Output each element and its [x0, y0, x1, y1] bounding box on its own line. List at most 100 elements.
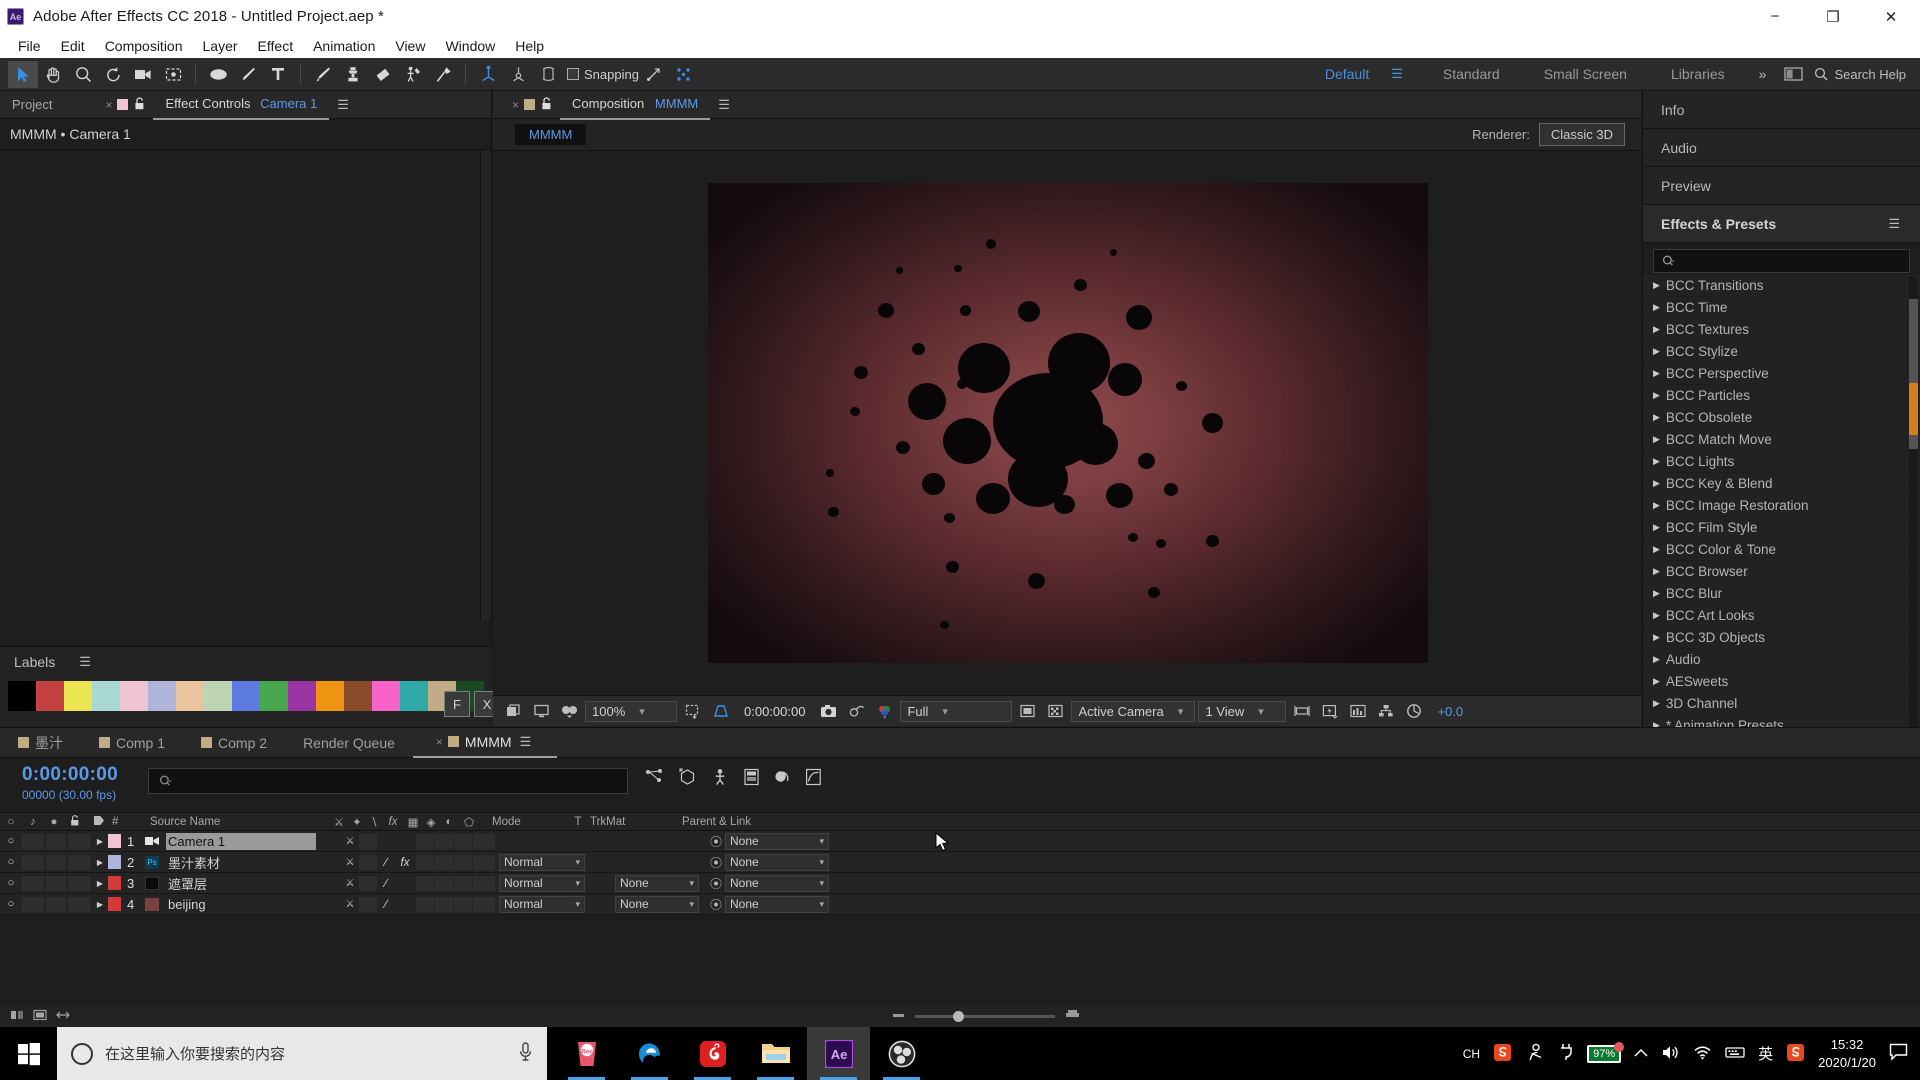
timeline-tab[interactable]: Comp 1 [81, 728, 183, 758]
left-panel-menu-icon[interactable]: ☰ [329, 97, 357, 113]
effects-preset-item[interactable]: ▶ BCC 3D Objects [1643, 627, 1920, 649]
minimize-button[interactable]: − [1746, 0, 1804, 33]
menu-edit[interactable]: Edit [51, 36, 95, 56]
snap-arrow-icon[interactable] [639, 61, 669, 88]
ime-indicator-ch[interactable]: CH [1463, 1047, 1480, 1061]
region-of-interest-icon[interactable] [680, 700, 705, 723]
layer-effects-switch[interactable]: fx [394, 855, 416, 869]
timeline-zoom-slider[interactable] [915, 1010, 1055, 1022]
monitor-preview-icon[interactable] [529, 700, 554, 723]
layer-parent-pickwhip-icon[interactable]: ⦿ [707, 854, 725, 871]
pan-behind-tool-icon[interactable] [158, 61, 188, 88]
position-3d-axis-icon[interactable] [473, 61, 503, 88]
layer-shy-switch[interactable]: ⚔ [341, 857, 359, 868]
layer-lock-toggle[interactable] [68, 833, 90, 849]
layer-adjustment-switch[interactable] [454, 854, 472, 870]
layer-name-cell[interactable]: Camera 1 [145, 831, 341, 852]
close-button[interactable]: ✕ [1862, 0, 1920, 33]
layer-collapse-switch[interactable] [359, 896, 377, 912]
microphone-icon[interactable] [518, 1041, 533, 1066]
battery-indicator[interactable]: 97% [1587, 1041, 1625, 1063]
effects-preset-item[interactable]: ▶ BCC Blur [1643, 583, 1920, 605]
obs-studio-icon[interactable] [870, 1027, 933, 1080]
comp-render-flags-icon[interactable] [33, 1009, 47, 1024]
timeline-layer-row[interactable]: ○ ▶ 1 Camera 1 ⚔ ⦿ None ▾ [0, 831, 1920, 852]
layer-shy-switch[interactable]: ⚔ [341, 899, 359, 910]
layer-solo-toggle[interactable] [46, 854, 66, 870]
expand-arrow-icon[interactable]: ▶ [1653, 566, 1660, 577]
effects-preset-item[interactable]: ▶ BCC Color & Tone [1643, 539, 1920, 561]
grid-guides-icon[interactable] [708, 700, 733, 723]
tab-project[interactable]: Project [0, 91, 64, 119]
after-effects-icon[interactable]: Ae [807, 1027, 870, 1080]
layer-lock-toggle[interactable] [68, 875, 90, 891]
netease-music-icon[interactable] [681, 1027, 744, 1080]
layer-3d-switch[interactable] [473, 833, 495, 849]
layer-name-cell[interactable]: Ps 墨汁素材 [145, 852, 341, 873]
expand-arrow-icon[interactable]: ▶ [1653, 346, 1660, 357]
layer-motion-blur-switch[interactable] [435, 833, 453, 849]
timeline-tab-close-icon[interactable]: × [431, 735, 448, 749]
layer-lock-toggle[interactable] [68, 896, 90, 912]
taskbar-clock[interactable]: 15:32 2020/1/20 [1818, 1036, 1876, 1071]
expand-arrow-icon[interactable]: ▶ [1653, 676, 1660, 687]
layer-3d-switch[interactable] [473, 854, 495, 870]
take-snapshot-icon[interactable] [816, 700, 841, 723]
layer-mode-select[interactable]: Normal ▾ [499, 895, 585, 913]
workspace-menu-icon[interactable]: ☰ [1391, 66, 1421, 82]
timeline-tab[interactable]: Render Queue [285, 728, 413, 758]
layer-mode-select[interactable]: Normal ▾ [499, 874, 585, 892]
exposure-value[interactable]: +0.0 [1429, 704, 1463, 719]
rotation-tool-icon[interactable] [98, 61, 128, 88]
effects-preset-item[interactable]: ▶ BCC Film Style [1643, 517, 1920, 539]
expand-arrow-icon[interactable]: ▶ [1653, 324, 1660, 335]
panel-info[interactable]: Info [1643, 91, 1920, 129]
effects-preset-item[interactable]: ▶ BCC Match Move [1643, 429, 1920, 451]
label-swatch-13[interactable] [372, 681, 400, 711]
timeline-tab[interactable]: × MMMM ☰ [412, 728, 558, 758]
layer-parent-select[interactable]: None ▾ [725, 853, 829, 871]
workspace-standard[interactable]: Standard [1421, 58, 1522, 91]
expand-arrow-icon[interactable]: ▶ [1653, 500, 1660, 511]
layer-frame-blend-switch[interactable] [416, 896, 434, 912]
timeline-tab[interactable]: Comp 2 [183, 728, 285, 758]
graph-editor-icon[interactable] [805, 768, 822, 789]
layer-mode-select[interactable]: Normal ▾ [499, 853, 585, 871]
label-swatch-2[interactable] [64, 681, 92, 711]
shape-tool-icon[interactable] [203, 61, 233, 88]
zoom-out-timeline-icon[interactable] [892, 1009, 905, 1024]
show-hidden-icons-chevron[interactable] [1634, 1046, 1648, 1061]
layer-solo-toggle[interactable] [46, 896, 66, 912]
zoom-in-timeline-icon[interactable] [1065, 1008, 1080, 1024]
rotate-3d-axis-icon[interactable] [533, 61, 563, 88]
layer-collapse-switch[interactable] [359, 875, 377, 891]
label-swatch-12[interactable] [344, 681, 372, 711]
layer-shy-switch[interactable]: ⚔ [341, 878, 359, 889]
timeline-layer-row[interactable]: ○ ▶ 4 beijing ⚔ ∕ Normal ▾ None ▾ ⦿ None ▾ [0, 894, 1920, 915]
people-icon[interactable] [1525, 1042, 1545, 1065]
label-swatch-10[interactable] [288, 681, 316, 711]
menu-layer[interactable]: Layer [193, 36, 248, 56]
layer-parent-pickwhip-icon[interactable]: ⦿ [707, 875, 725, 892]
layer-trkmat-select[interactable]: None ▾ [615, 874, 699, 892]
expand-arrow-icon[interactable]: ▶ [1653, 522, 1660, 533]
layer-expand-arrow[interactable]: ▶ [92, 900, 108, 909]
expand-arrow-icon[interactable]: ▶ [1653, 280, 1660, 291]
toggle-transparency-grid-icon[interactable] [1015, 700, 1040, 723]
layer-quality-switch[interactable]: ∕ [378, 876, 394, 890]
camera-view-select[interactable]: Active Camera ▾ [1071, 700, 1196, 722]
layer-solo-toggle[interactable] [46, 833, 66, 849]
label-f-button[interactable]: F [444, 691, 470, 717]
fast-previews-icon[interactable] [1317, 700, 1342, 723]
left-panel-close-icon[interactable]: × [100, 98, 117, 112]
menu-window[interactable]: Window [435, 36, 505, 56]
panel-preview[interactable]: Preview [1643, 167, 1920, 205]
composition-mini-flowchart-icon[interactable] [645, 768, 664, 789]
layer-name-cell[interactable]: 遮罩层 [144, 873, 341, 894]
zoom-tool-icon[interactable] [68, 61, 98, 88]
scale-3d-axis-icon[interactable] [503, 61, 533, 88]
label-swatch-14[interactable] [400, 681, 428, 711]
snapping-toggle[interactable]: Snapping [567, 67, 639, 82]
edge-browser-icon[interactable] [618, 1027, 681, 1080]
effects-preset-item[interactable]: ▶ BCC Perspective [1643, 363, 1920, 385]
